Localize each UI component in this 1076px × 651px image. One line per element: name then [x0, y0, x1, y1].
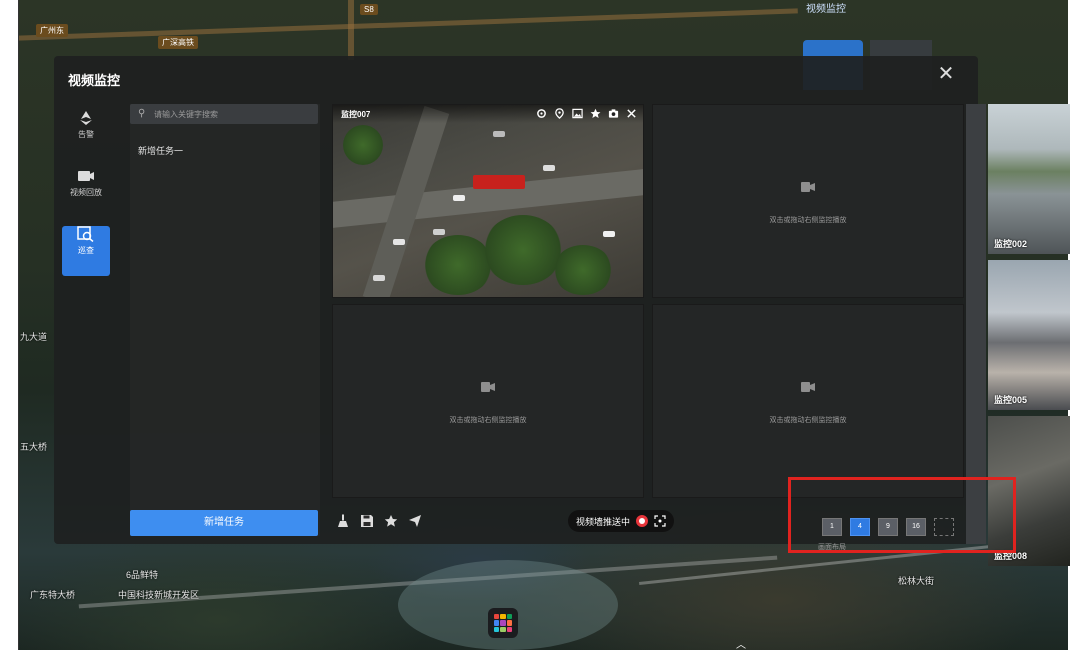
star-icon[interactable]: [590, 108, 601, 119]
video-cell-active[interactable]: 监控007: [332, 104, 644, 298]
video-cell-empty[interactable]: 双击或拖动右侧监控播放: [652, 304, 964, 498]
rail-item-label: 视频回放: [70, 188, 102, 197]
rail-item-inspect[interactable]: 巡查: [62, 226, 110, 276]
map-badge: 广深高铁: [158, 36, 198, 49]
camera-icon[interactable]: [608, 108, 619, 119]
map-label: 中国科技新城开发区: [118, 590, 200, 600]
video-cell-empty[interactable]: 双击或拖动右侧监控播放: [652, 104, 964, 298]
video-grid: 监控007 双击或拖动右侧监控播放 双击或拖动右侧监控播放 双击或拖动右侧监控播…: [332, 104, 964, 500]
push-status-pill[interactable]: 视频墙推送中: [568, 510, 675, 532]
close-icon[interactable]: ✕: [934, 62, 958, 86]
inspect-icon: [77, 226, 94, 242]
broom-icon[interactable]: [336, 514, 350, 528]
record-icon[interactable]: [636, 515, 649, 527]
push-status-text: 视频墙推送中: [576, 516, 631, 527]
video-placeholder-icon: [801, 182, 815, 192]
camera-thumbnail[interactable]: 监控002: [988, 104, 1070, 254]
map-badge: 广州东: [36, 24, 68, 37]
search-input[interactable]: [152, 106, 316, 122]
map-label: 九大道: [20, 332, 48, 342]
video-feed: [333, 105, 643, 297]
star-icon[interactable]: [384, 514, 398, 528]
task-list-item[interactable]: 新增任务一: [138, 144, 183, 157]
settings-icon[interactable]: [536, 108, 547, 119]
thumbnail-caption: 监控002: [994, 239, 1028, 249]
video-cell-empty[interactable]: 双击或拖动右侧监控播放: [332, 304, 644, 498]
drone-icon: [80, 111, 92, 125]
background-panel-title: 视频监控: [806, 4, 846, 15]
search-icon: ⚲: [138, 108, 146, 119]
map-label: 松林大街: [898, 576, 935, 586]
rail-item-playback[interactable]: 视频回放: [62, 168, 110, 218]
thumbnail-caption: 监控005: [994, 395, 1028, 405]
toolbar-icons: [336, 514, 422, 528]
video-monitor-panel: 视频监控 ✕ 告警 视频回放 巡查 ⚲ 请输入关键字搜索 新增任务一 新增任务 …: [54, 56, 978, 551]
empty-hint: 双击或拖动右侧监控播放: [769, 217, 847, 224]
map-label: 6品鲜特: [126, 570, 159, 580]
focus-icon[interactable]: [654, 515, 666, 527]
side-rail: 告警 视频回放 巡查: [62, 102, 110, 492]
send-icon[interactable]: [408, 514, 422, 528]
map-label: 五大桥: [20, 442, 48, 452]
rail-item-alarm[interactable]: 告警: [62, 110, 110, 160]
rail-item-label: 告警: [78, 130, 94, 139]
image-icon[interactable]: [572, 108, 583, 119]
map-label: 广东特大桥: [30, 590, 76, 600]
video-placeholder-icon: [801, 382, 815, 392]
empty-hint: 双击或拖动右侧监控播放: [769, 417, 847, 424]
map-badge: S8: [360, 4, 378, 15]
location-icon[interactable]: [554, 108, 565, 119]
apps-grid-icon: [494, 614, 512, 632]
add-task-button[interactable]: 新增任务: [130, 510, 318, 536]
video-placeholder-icon: [481, 382, 495, 392]
video-tools: [536, 108, 637, 119]
empty-hint: 双击或拖动右侧监控播放: [449, 417, 527, 424]
camera-thumbnail[interactable]: 监控005: [988, 260, 1070, 410]
rail-item-label: 巡查: [78, 246, 94, 255]
app-launcher[interactable]: [488, 608, 518, 638]
search-box: ⚲: [130, 104, 318, 124]
chevron-up-icon[interactable]: ︿: [736, 636, 746, 651]
panel-title: 视频监控: [68, 73, 121, 88]
video-title: 监控007: [341, 110, 371, 119]
highlight-box: [788, 477, 1016, 553]
save-icon[interactable]: [360, 514, 374, 528]
frame-border: [18, 0, 19, 650]
task-list-pane: ⚲ 新增任务一 新增任务: [130, 104, 320, 536]
close-icon[interactable]: [626, 108, 637, 119]
video-icon: [78, 171, 94, 181]
